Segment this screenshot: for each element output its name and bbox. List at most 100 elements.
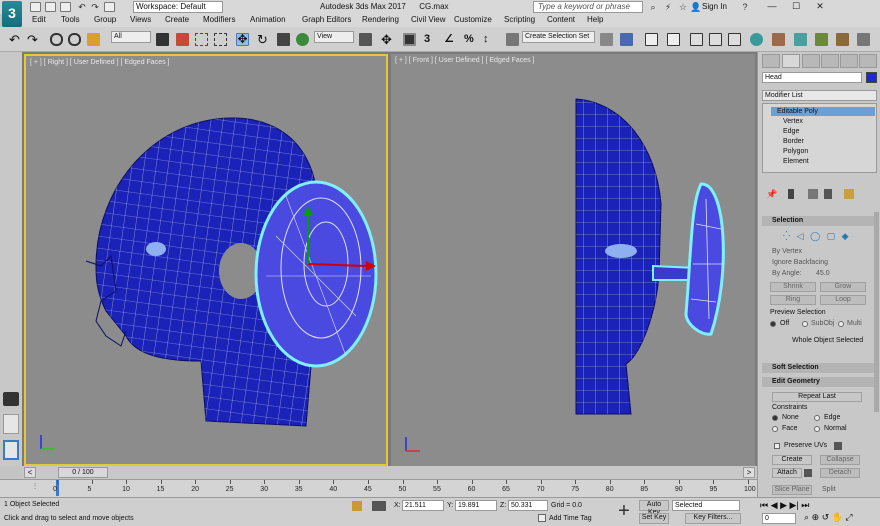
selection-rollout-header[interactable]: Selection	[762, 216, 877, 226]
stack-item-edge[interactable]: Edge	[783, 128, 799, 135]
communication-center-icon[interactable]: ⚡	[663, 2, 673, 12]
rectangular-selection-icon[interactable]	[195, 33, 208, 46]
make-unique-icon[interactable]	[808, 189, 818, 199]
keyboard-shortcut-override-icon[interactable]	[403, 33, 416, 46]
material-editor-icon[interactable]	[750, 33, 763, 46]
rendered-frame-window-icon[interactable]	[794, 33, 807, 46]
select-and-rotate-icon[interactable]: ↻	[257, 33, 270, 46]
display-tab-icon[interactable]	[840, 54, 858, 68]
search-input[interactable]: Type a keyword or phrase	[533, 1, 643, 13]
spinner-snap-icon[interactable]: ↕	[483, 33, 496, 46]
goto-end-icon[interactable]: ⏭	[801, 500, 809, 510]
select-by-name-icon[interactable]	[176, 33, 189, 46]
schematic-view-icon[interactable]	[728, 33, 741, 46]
select-object-icon[interactable]	[156, 33, 169, 46]
menu-views[interactable]: Views	[130, 15, 151, 24]
shrink-button[interactable]: Shrink	[770, 282, 816, 292]
zoom-all-icon[interactable]: ⊕	[812, 512, 820, 522]
user-icon[interactable]: 👤	[690, 2, 701, 12]
preserve-uvs-settings-icon[interactable]	[834, 442, 842, 450]
track-bar[interactable]: ⫶ 0 5 10 15 20 25 30 35 40 45 50 55 60 65 70 75 80 85 90 95…	[0, 479, 757, 497]
menu-group[interactable]: Group	[94, 15, 116, 24]
detach-button[interactable]: Detach	[820, 468, 860, 478]
utilities-tab-icon[interactable]	[859, 54, 877, 68]
by-vertex-checkbox[interactable]: By Vertex	[772, 248, 802, 255]
open-file-icon[interactable]	[45, 2, 56, 12]
curve-editor-icon[interactable]	[709, 33, 722, 46]
edit-named-selection-icon[interactable]	[506, 33, 519, 46]
menu-rendering[interactable]: Rendering	[362, 15, 399, 24]
menu-civil-view[interactable]: Civil View	[411, 15, 446, 24]
subobject-level-icons[interactable]: ⁛ ◁ ◯ ▢ ◆	[783, 231, 873, 241]
render-production-icon[interactable]	[815, 33, 828, 46]
time-slider[interactable]: < 0 / 100 >	[22, 466, 757, 479]
set-key-button[interactable]: Set Key	[639, 513, 669, 524]
stack-item-editable-poly[interactable]: Editable Poly	[771, 107, 875, 116]
repeat-last-button[interactable]: Repeat Last	[772, 392, 862, 402]
grow-button[interactable]: Grow	[820, 282, 866, 292]
remove-modifier-icon[interactable]	[824, 189, 832, 199]
binoculars-icon[interactable]: ⌕	[648, 2, 658, 12]
menu-create[interactable]: Create	[165, 15, 189, 24]
split-checkbox[interactable]: Split	[822, 486, 836, 493]
redo-quick-icon[interactable]: ↷	[90, 2, 100, 12]
menu-scripting[interactable]: Scripting	[504, 15, 535, 24]
head-side-mesh[interactable]	[26, 56, 386, 464]
menu-content[interactable]: Content	[547, 15, 575, 24]
layout-tab-single[interactable]	[3, 414, 19, 434]
reference-coordinate-dropdown[interactable]: View	[314, 31, 354, 43]
mini-curve-editor-icon[interactable]: ⫶	[34, 482, 36, 492]
redo-icon[interactable]: ↷	[27, 33, 40, 46]
prev-frame-icon[interactable]: ◀	[771, 500, 778, 510]
align-icon[interactable]	[620, 33, 633, 46]
preview-multi-radio[interactable]	[838, 321, 844, 327]
ignore-backfacing-checkbox[interactable]: Ignore Backfacing	[772, 259, 828, 266]
next-frame-icon[interactable]: ▶|	[790, 500, 799, 510]
select-and-place-icon[interactable]	[296, 33, 309, 46]
motion-tab-icon[interactable]	[821, 54, 839, 68]
a360-gallery-icon[interactable]	[857, 33, 870, 46]
new-file-icon[interactable]	[30, 2, 41, 12]
menu-animation[interactable]: Animation	[250, 15, 286, 24]
menu-customize[interactable]: Customize	[454, 15, 492, 24]
pan-icon[interactable]: ✋	[832, 512, 843, 522]
menu-modifiers[interactable]: Modifiers	[203, 15, 235, 24]
menu-tools[interactable]: Tools	[61, 15, 80, 24]
maximize-viewport-icon[interactable]: ⤢	[845, 512, 852, 522]
preserve-uvs-checkbox[interactable]	[774, 443, 780, 449]
attach-list-icon[interactable]	[804, 469, 812, 477]
layout-tab-two-up[interactable]	[3, 440, 19, 460]
layout-tab-collapse[interactable]	[3, 392, 19, 406]
transform-mode-icon[interactable]	[372, 501, 386, 511]
bind-space-warp-icon[interactable]	[87, 33, 100, 46]
slice-plane-button[interactable]: Slice Plane	[772, 485, 812, 495]
close-button[interactable]: ✕	[808, 0, 832, 13]
zoom-icon[interactable]: ⌕	[804, 512, 809, 522]
key-filters-button[interactable]: Key Filters...	[685, 513, 741, 524]
time-slider-prev-icon[interactable]: <	[24, 467, 36, 478]
modify-tab-icon[interactable]	[782, 54, 800, 68]
create-tab-icon[interactable]	[762, 54, 780, 68]
selection-lock-icon[interactable]	[352, 501, 362, 511]
menu-graph-editors[interactable]: Graph Editors	[302, 15, 351, 24]
current-frame-field[interactable]: 0	[762, 513, 796, 524]
stack-item-vertex[interactable]: Vertex	[783, 118, 803, 125]
named-selection-sets-dropdown[interactable]: Create Selection Set	[522, 31, 595, 43]
constraint-face-radio[interactable]	[772, 426, 778, 432]
show-end-result-icon[interactable]	[788, 189, 794, 199]
sign-in-link[interactable]: Sign In	[702, 2, 727, 11]
constraint-edge-radio[interactable]	[814, 415, 820, 421]
maximize-button[interactable]: ☐	[784, 0, 808, 13]
loop-button[interactable]: Loop	[820, 295, 866, 305]
pivot-center-icon[interactable]	[359, 33, 372, 46]
time-slider-thumb[interactable]: 0 / 100	[58, 467, 108, 478]
app-logo[interactable]: 3	[2, 1, 22, 27]
render-setup-icon[interactable]	[772, 33, 785, 46]
auto-key-button[interactable]: Auto Key	[639, 500, 669, 516]
by-angle-checkbox[interactable]: By Angle:	[772, 270, 802, 277]
percent-snap-icon[interactable]: %	[464, 33, 477, 46]
preview-off-radio[interactable]	[770, 321, 776, 327]
unlink-icon[interactable]	[68, 33, 81, 46]
goto-start-icon[interactable]: ⏮	[760, 500, 768, 510]
select-and-move-icon[interactable]: ✥	[236, 33, 249, 46]
